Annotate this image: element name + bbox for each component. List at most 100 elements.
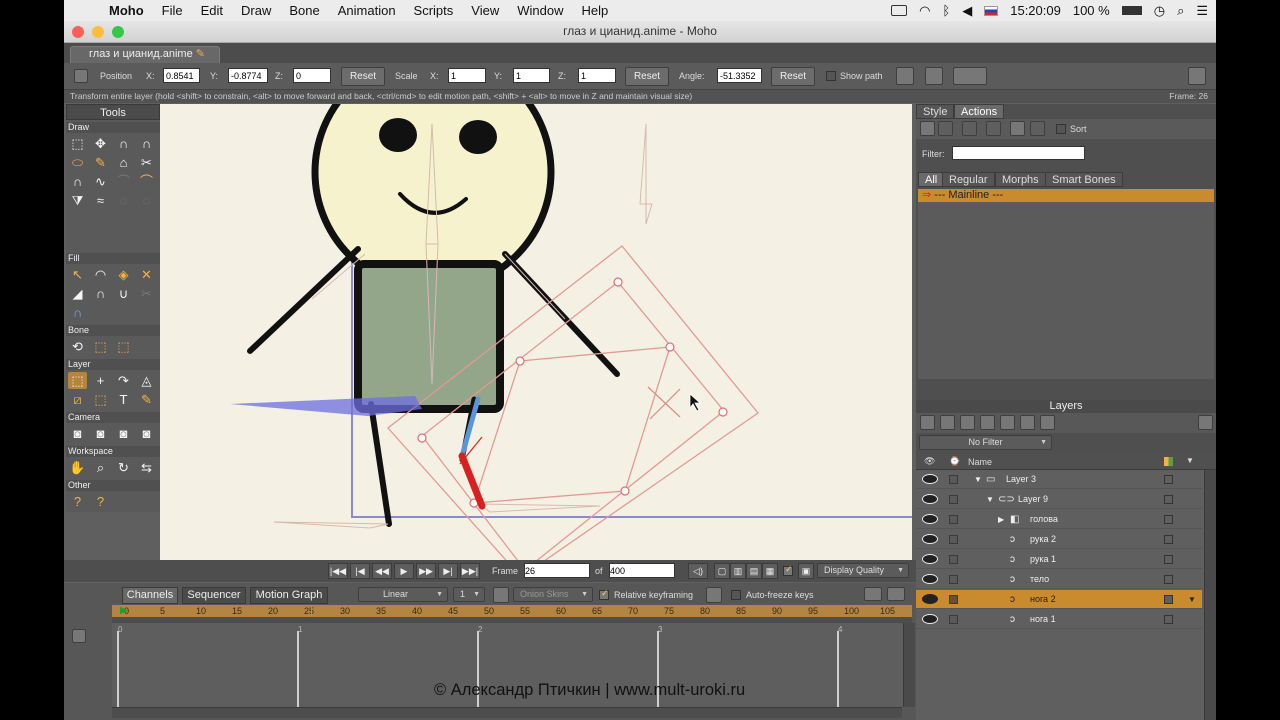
camera-status-icon[interactable] (891, 5, 908, 16)
tab-regular[interactable]: Regular (942, 172, 995, 187)
start-marker-icon[interactable]: ▶ (120, 605, 128, 617)
lock-checkbox[interactable] (949, 555, 958, 564)
layer-menu-arrow-icon[interactable]: ▼ (1188, 590, 1196, 609)
menu-animation[interactable]: Animation (329, 3, 405, 18)
interpolation-dropdown[interactable]: Linear (358, 587, 448, 602)
hide-edge-tool[interactable]: ∩ (91, 285, 110, 302)
transform-layer-tool[interactable]: ⬚ (68, 372, 87, 389)
text-tool[interactable]: T (114, 391, 133, 408)
flag-ru-icon[interactable] (984, 5, 999, 16)
display-quality-dropdown[interactable]: Display Quality (817, 563, 909, 578)
canvas-drawing[interactable] (160, 104, 912, 560)
timeline-ruler[interactable]: 0 5 10 15 20 25 30 35 40 45 50 55 60 65 70 75 80 85 90 95 10… (112, 605, 912, 707)
time-machine-icon[interactable]: ◷ (1154, 3, 1165, 19)
layer-row[interactable]: ▼ ▭ Layer 3 (916, 470, 1202, 489)
curve-profile-tool[interactable]: ✂ (137, 285, 156, 302)
go-to-start-button[interactable]: |◀◀ (328, 563, 348, 579)
name-column-header[interactable]: Name (968, 457, 992, 467)
layer-color-checkbox[interactable] (1164, 515, 1173, 524)
reset-scale-button[interactable]: Reset (625, 67, 669, 86)
lock-checkbox[interactable] (949, 495, 958, 504)
tab-style[interactable]: Style (916, 104, 955, 119)
set-origin-tool[interactable]: + (91, 372, 110, 389)
tab-sequencer[interactable]: Sequencer (182, 587, 246, 604)
help-tool-1[interactable]: ? (68, 493, 87, 510)
reparent-bone-tool[interactable]: ⬚ (114, 338, 133, 355)
layer-row[interactable]: ↄ нога 1 (916, 610, 1202, 629)
frame-view-icon[interactable]: ▣ (798, 563, 814, 579)
layer-color-checkbox[interactable] (1164, 595, 1173, 604)
mainline-action-icon[interactable] (1010, 121, 1025, 136)
relative-keyframing-checkbox[interactable] (599, 588, 609, 600)
timeline-zoom-out-icon[interactable] (887, 587, 905, 601)
draw-shape-tool[interactable]: ⬭ (68, 154, 87, 171)
bluetooth-icon[interactable]: ᛒ (942, 3, 950, 18)
position-x-field[interactable] (163, 68, 200, 83)
bend-tool[interactable]: ⌒ (137, 173, 156, 190)
copy-layer-icon[interactable] (960, 415, 975, 430)
spotlight-icon[interactable]: ⌕ (1177, 3, 1184, 19)
delete-action-icon[interactable] (986, 121, 1001, 136)
track-camera-tool[interactable]: ◙ (68, 425, 87, 442)
single-view-icon[interactable]: ▢ (714, 563, 730, 579)
pan-tilt-camera-tool[interactable]: ◙ (137, 425, 156, 442)
scale-x-field[interactable] (448, 68, 486, 83)
lock-checkbox[interactable] (949, 615, 958, 624)
timeline-horizontal-scrollbar[interactable] (112, 707, 902, 718)
show-path-checkbox[interactable] (826, 71, 836, 81)
menu-draw[interactable]: Draw (232, 3, 280, 18)
reset-position-button[interactable]: Reset (341, 67, 385, 86)
create-shape-tool[interactable]: ◠ (91, 266, 110, 283)
rotate-workspace-tool[interactable]: ↻ (114, 459, 133, 476)
layers-vertical-scrollbar[interactable] (1204, 470, 1216, 720)
shear-layer-tool[interactable]: ◬ (137, 372, 156, 389)
eye-icon[interactable] (922, 594, 938, 604)
zoom-camera-tool[interactable]: ◙ (91, 425, 110, 442)
flip-layer-tool[interactable]: ⧄ (68, 391, 87, 408)
freeze-icon[interactable] (706, 587, 722, 603)
scatter-tool[interactable]: ◌ (114, 192, 133, 209)
delete-fill-tool[interactable]: ✕ (137, 266, 156, 283)
minimize-button[interactable] (92, 26, 104, 38)
document-tab[interactable]: глаз и цианид.anime ✎ (70, 46, 220, 63)
curvature-tool[interactable]: ∩ (137, 135, 156, 152)
eye-icon[interactable] (922, 574, 938, 584)
tab-motion-graph[interactable]: Motion Graph (250, 587, 328, 604)
split-view-icon[interactable]: ▥ (730, 563, 746, 579)
collapse-layers-icon[interactable] (1198, 415, 1213, 430)
action-mainline[interactable]: ⇒ --- Mainline --- (918, 189, 1214, 202)
layer-color-checkbox[interactable] (1164, 495, 1173, 504)
flip-vertical-icon[interactable] (925, 67, 943, 85)
scale-y-field[interactable] (513, 68, 550, 83)
duplicate-action-icon[interactable] (938, 121, 953, 136)
tab-actions[interactable]: Actions (954, 104, 1005, 119)
battery-icon[interactable] (1121, 6, 1142, 15)
menu-file[interactable]: File (153, 3, 192, 18)
switch-layer-tool[interactable]: ⬚ (91, 391, 110, 408)
menu-edit[interactable]: Edit (192, 3, 232, 18)
hand-tool[interactable]: ✋ (68, 459, 87, 476)
total-frames-field[interactable] (609, 563, 675, 578)
sort-checkbox[interactable] (1056, 124, 1066, 134)
layer-color-checkbox[interactable] (1164, 555, 1173, 564)
delete-layer-icon[interactable] (1000, 415, 1015, 430)
layer-row[interactable]: ↄ нога 2 ▼ (916, 590, 1202, 609)
battery-text[interactable]: 100 % (1073, 3, 1110, 18)
close-button[interactable] (72, 26, 84, 38)
eyedropper-tool[interactable]: ✎ (137, 391, 156, 408)
go-to-end-button[interactable]: ▶▶| (460, 563, 480, 579)
line-width-tool[interactable]: ◢ (68, 285, 87, 302)
eraser-tool[interactable]: ✂ (137, 154, 156, 171)
paste-layer-icon[interactable] (980, 415, 995, 430)
reset-angle-button[interactable]: Reset (771, 67, 815, 86)
eye-icon[interactable] (922, 554, 938, 564)
warp-tool[interactable]: ◌ (137, 192, 156, 209)
eye-icon[interactable] (922, 534, 938, 544)
menu-extras-icon[interactable]: ☰ (1196, 3, 1208, 19)
library-book-icon[interactable] (1188, 67, 1206, 85)
curve-tool[interactable]: ∿ (91, 173, 110, 190)
layer-settings-icon[interactable] (1040, 415, 1055, 430)
magnet-tool[interactable]: ∩ (68, 173, 87, 190)
triple-view-icon[interactable]: ▤ (746, 563, 762, 579)
layer-filter-dropdown[interactable]: No Filter (919, 435, 1052, 450)
